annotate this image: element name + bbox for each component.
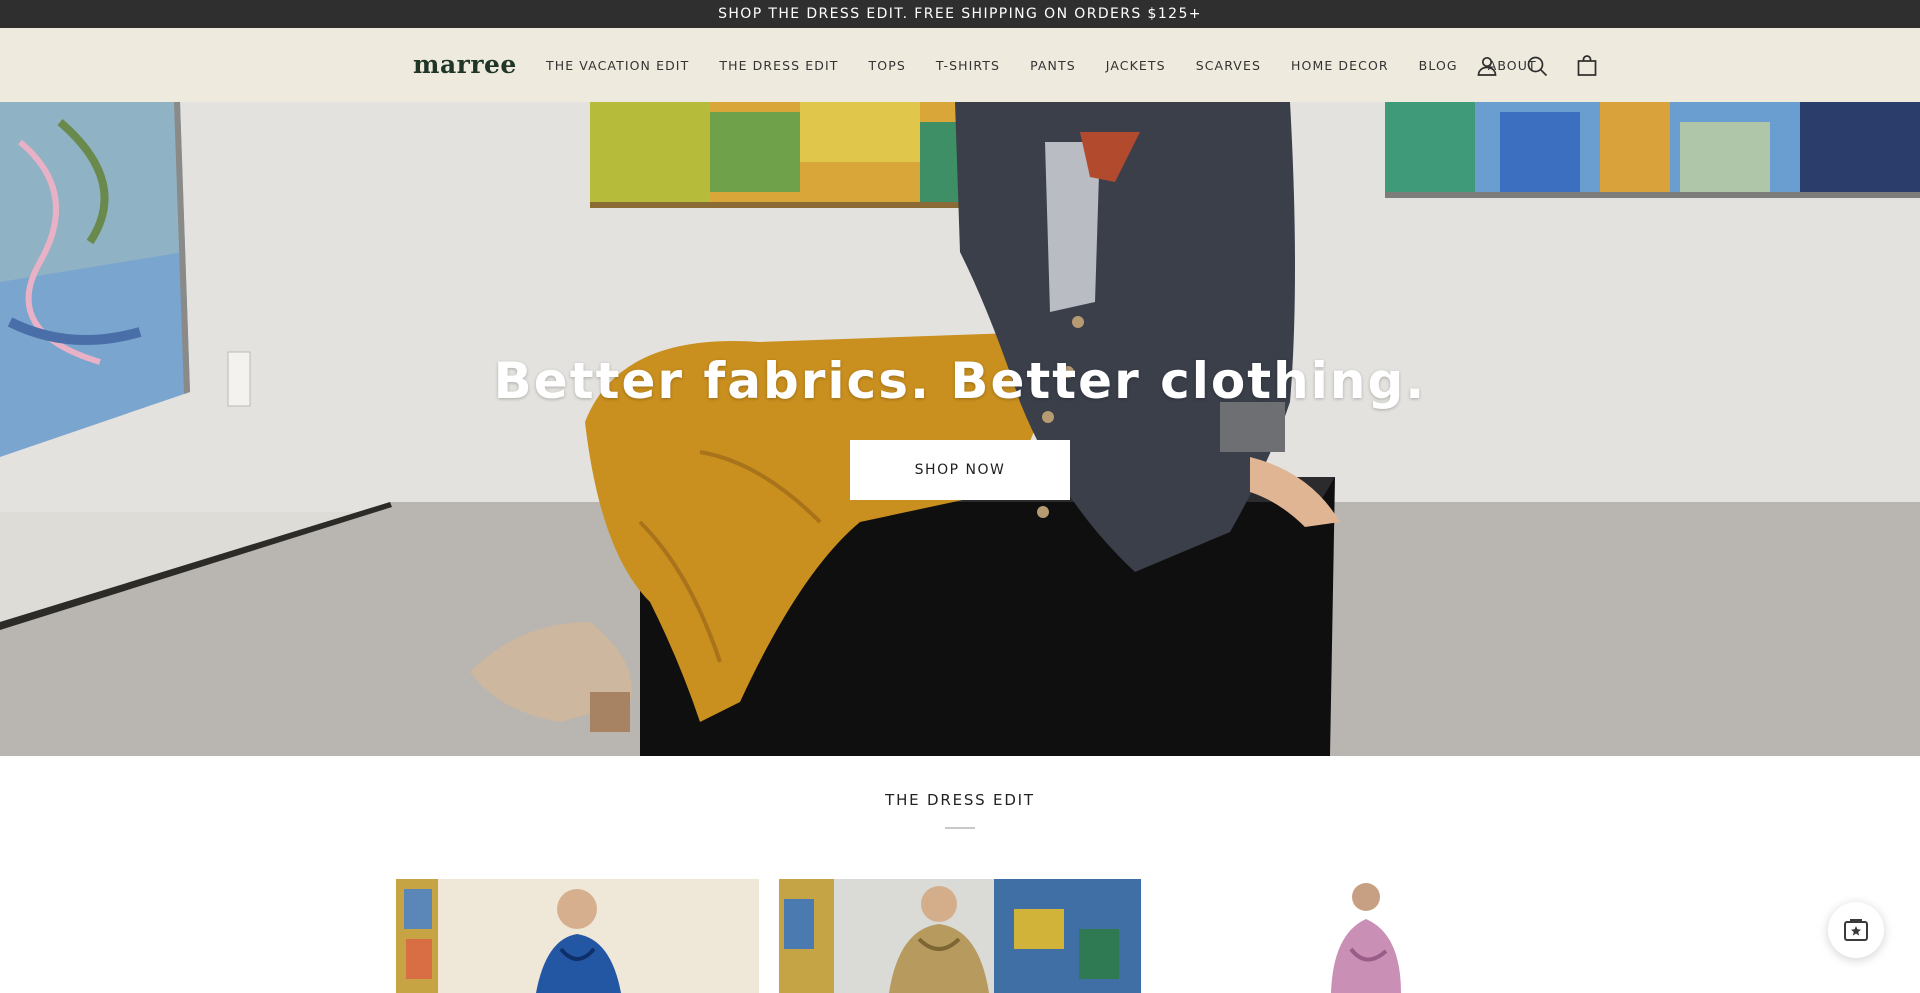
nav-item-jackets[interactable]: JACKETS: [1106, 58, 1166, 73]
logo[interactable]: marree: [413, 50, 517, 79]
shop-now-button[interactable]: SHOP NOW: [850, 440, 1070, 500]
cart-icon[interactable]: [1573, 52, 1601, 80]
nav-item-pants[interactable]: PANTS: [1030, 58, 1076, 73]
section-divider: [945, 827, 975, 829]
nav-item-home-decor[interactable]: HOME DECOR: [1291, 58, 1389, 73]
nav-item-vacation-edit[interactable]: THE VACATION EDIT: [546, 58, 689, 73]
nav-item-tops[interactable]: TOPS: [869, 58, 906, 73]
nav-item-blog[interactable]: BLOG: [1419, 58, 1458, 73]
search-icon[interactable]: [1523, 52, 1551, 80]
product-image: [778, 879, 1142, 993]
site-header: marree THE VACATION EDIT THE DRESS EDIT …: [0, 28, 1920, 102]
header-icons: [1473, 52, 1601, 80]
nav-item-dress-edit[interactable]: THE DRESS EDIT: [719, 58, 838, 73]
section-title: THE DRESS EDIT: [885, 791, 1035, 809]
account-icon[interactable]: [1473, 52, 1501, 80]
announcement-text: SHOP THE DRESS EDIT. FREE SHIPPING ON OR…: [718, 6, 1202, 22]
hero-image: [0, 102, 1920, 756]
announcement-bar: SHOP THE DRESS EDIT. FREE SHIPPING ON OR…: [0, 0, 1920, 28]
hero-banner: Better fabrics. Better clothing. SHOP NO…: [0, 102, 1920, 756]
hero-title: Better fabrics. Better clothing.: [493, 352, 1427, 410]
nav-item-scarves[interactable]: SCARVES: [1196, 58, 1261, 73]
chat-button[interactable]: [1828, 902, 1884, 958]
product-grid: [396, 879, 1525, 993]
product-image: [396, 879, 759, 993]
product-card[interactable]: [1161, 879, 1525, 993]
product-image: [1161, 879, 1525, 993]
chat-icon: [1844, 919, 1868, 941]
nav-item-t-shirts[interactable]: T-SHIRTS: [936, 58, 1000, 73]
product-card[interactable]: [778, 879, 1142, 993]
main-nav: THE VACATION EDIT THE DRESS EDIT TOPS T-…: [546, 28, 1537, 102]
product-card[interactable]: [396, 879, 759, 993]
